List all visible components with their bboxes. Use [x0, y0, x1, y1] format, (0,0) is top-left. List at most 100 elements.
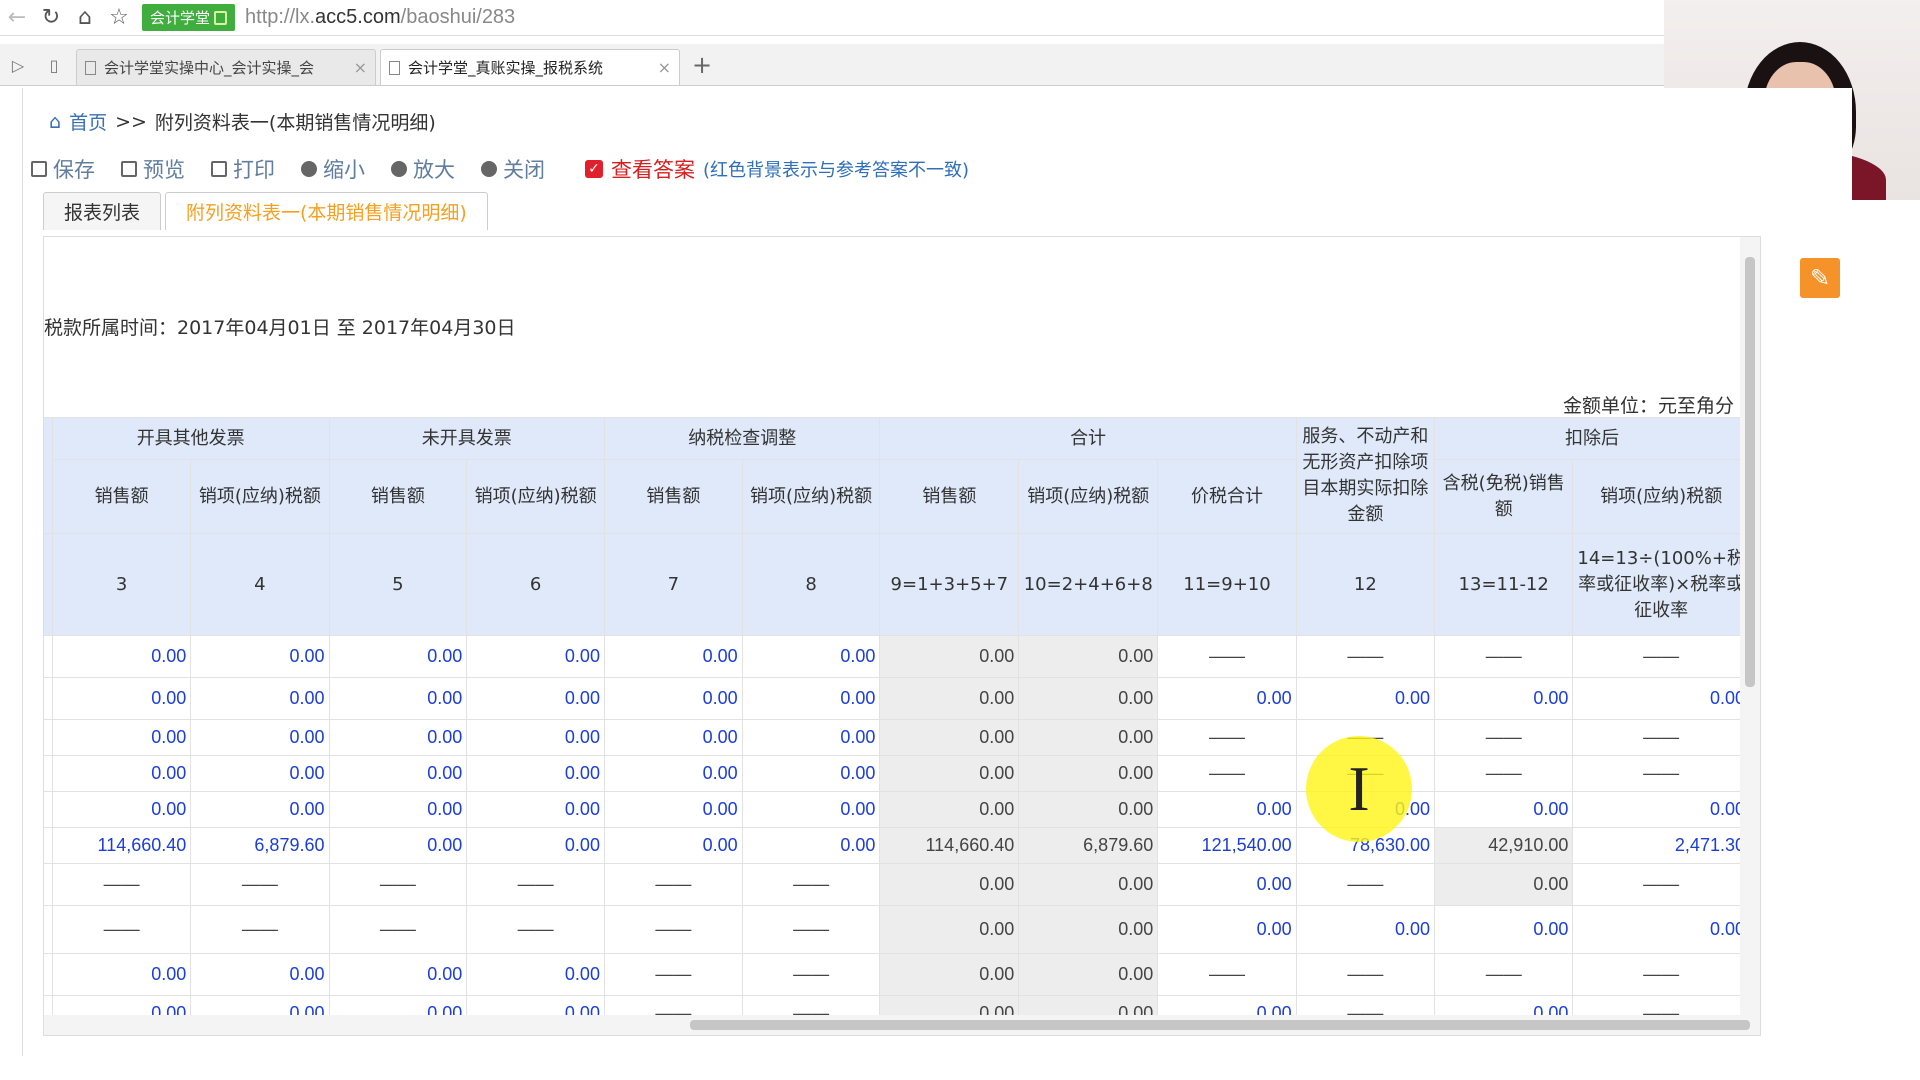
browser-tab-1[interactable]: 会计学堂实操中心_会计实操_会 × — [76, 49, 376, 85]
table-cell[interactable]: 0.00 — [879, 755, 1020, 792]
table-cell[interactable]: 0.00 — [1018, 719, 1159, 756]
back-icon[interactable]: ← — [0, 0, 34, 36]
table-cell[interactable]: 0.00 — [328, 953, 468, 996]
table-cell[interactable]: 0.00 — [741, 827, 881, 864]
breadcrumb-home-link[interactable]: 首页 — [69, 108, 107, 135]
table-cell[interactable]: 0.00 — [466, 791, 605, 828]
edit-brush-button[interactable]: ✎ — [1800, 258, 1840, 298]
table-cell[interactable]: 0.00 — [1434, 905, 1574, 954]
reload-icon[interactable]: ↻ — [34, 0, 68, 36]
table-cell[interactable]: 0.00 — [879, 953, 1020, 996]
table-cell[interactable]: 0.00 — [741, 755, 881, 792]
table-cell[interactable]: 0.00 — [1434, 791, 1574, 828]
table-cell[interactable]: 0.00 — [741, 791, 881, 828]
table-cell[interactable]: 0.00 — [466, 827, 605, 864]
table-cell[interactable]: 0.00 — [190, 953, 330, 996]
table-cell[interactable]: 0.00 — [1434, 863, 1574, 906]
close-tab-icon[interactable]: × — [658, 58, 671, 77]
save-button[interactable]: 保存 — [31, 154, 95, 184]
table-cell[interactable]: 0.00 — [328, 677, 468, 720]
table-cell[interactable]: 0.00 — [1018, 905, 1159, 954]
table-cell[interactable]: 0.00 — [466, 635, 605, 678]
table-cell[interactable]: 0.00 — [603, 791, 743, 828]
phone-icon[interactable]: ▯ — [36, 45, 72, 85]
table-cell[interactable]: 0.00 — [190, 677, 330, 720]
table-cell[interactable]: 0.00 — [466, 953, 605, 996]
table-cell[interactable]: 0.00 — [328, 827, 468, 864]
table-cell[interactable]: 0.00 — [328, 635, 468, 678]
table-cell[interactable]: 0.00 — [603, 827, 743, 864]
table-cell[interactable]: 0.00 — [51, 791, 192, 828]
table-cell[interactable]: 0.00 — [603, 755, 743, 792]
table-cell[interactable]: 121,540.00 — [1157, 827, 1297, 864]
checkbox-checked-icon[interactable]: ✓ — [585, 160, 603, 178]
table-cell[interactable]: 0.00 — [190, 635, 330, 678]
table-cell[interactable]: 0.00 — [1572, 905, 1750, 954]
table-cell[interactable]: 0.00 — [741, 677, 881, 720]
table-cell[interactable]: 0.00 — [741, 719, 881, 756]
table-cell[interactable]: 0.00 — [1018, 635, 1159, 678]
table-cell[interactable]: 0.00 — [51, 953, 192, 996]
table-cell[interactable]: 6,879.60 — [1018, 827, 1159, 864]
table-cell[interactable]: 0.00 — [741, 635, 881, 678]
table-cell[interactable]: 0.00 — [879, 635, 1020, 678]
table-cell[interactable]: 0.00 — [1157, 905, 1297, 954]
table-cell[interactable]: 42,910.00 — [1434, 827, 1574, 864]
zoom-out-button[interactable]: 缩小 — [301, 154, 365, 184]
print-button[interactable]: 打印 — [211, 154, 275, 184]
table-cell[interactable]: 0.00 — [190, 791, 330, 828]
table-cell[interactable]: 0.00 — [1572, 677, 1750, 720]
table-cell[interactable]: 114,660.40 — [51, 827, 192, 864]
preview-button[interactable]: 预览 — [121, 154, 185, 184]
horizontal-scroll-thumb[interactable] — [690, 1020, 1750, 1030]
table-cell[interactable]: 2,471.30 — [1572, 827, 1750, 864]
table-cell[interactable]: 0.00 — [328, 755, 468, 792]
table-cell[interactable]: 0.00 — [190, 719, 330, 756]
table-cell[interactable]: 0.00 — [1157, 791, 1297, 828]
table-cell[interactable]: 0.00 — [1018, 863, 1159, 906]
star-icon[interactable]: ☆ — [102, 0, 136, 36]
table-cell[interactable]: 0.00 — [328, 791, 468, 828]
table-cell[interactable]: 0.00 — [1157, 677, 1297, 720]
vertical-scrollbar[interactable] — [1740, 237, 1760, 1035]
close-button[interactable]: 关闭 — [481, 154, 545, 184]
table-cell[interactable]: 0.00 — [879, 791, 1020, 828]
table-cell[interactable]: 0.00 — [51, 755, 192, 792]
new-tab-button[interactable]: + — [692, 51, 712, 79]
table-cell[interactable]: 114,660.40 — [879, 827, 1020, 864]
tab-report-list[interactable]: 报表列表 — [43, 192, 162, 230]
zoom-in-button[interactable]: 放大 — [391, 154, 455, 184]
table-cell[interactable]: 0.00 — [328, 719, 468, 756]
vertical-scroll-thumb[interactable] — [1745, 257, 1755, 687]
sidebar-toggle-icon[interactable]: ▷ — [0, 45, 36, 85]
table-cell[interactable]: 0.00 — [466, 677, 605, 720]
table-cell[interactable]: 0.00 — [603, 635, 743, 678]
table-cell[interactable]: 0.00 — [466, 755, 605, 792]
table-cell[interactable]: 0.00 — [1018, 755, 1159, 792]
close-tab-icon[interactable]: × — [354, 58, 367, 77]
table-cell[interactable]: 0.00 — [1434, 677, 1574, 720]
home-icon[interactable]: ⌂ — [68, 0, 102, 36]
table-cell[interactable]: 0.00 — [603, 677, 743, 720]
table-cell[interactable]: 0.00 — [51, 635, 192, 678]
table-cell[interactable]: 0.00 — [1018, 677, 1159, 720]
table-cell[interactable]: 0.00 — [1572, 791, 1750, 828]
table-cell[interactable]: 0.00 — [190, 755, 330, 792]
table-cell[interactable]: 0.00 — [1018, 791, 1159, 828]
table-cell[interactable]: 0.00 — [466, 719, 605, 756]
view-answer-toggle[interactable]: ✓ 查看答案 (红色背景表示与参考答案不一致) — [585, 154, 969, 184]
table-cell[interactable]: 0.00 — [51, 719, 192, 756]
table-cell[interactable]: 0.00 — [879, 677, 1020, 720]
table-cell[interactable]: 0.00 — [603, 719, 743, 756]
url-field[interactable]: http://lx.acc5.com/baoshui/283 — [245, 6, 515, 29]
horizontal-scrollbar[interactable] — [44, 1015, 1750, 1035]
table-cell[interactable]: 6,879.60 — [190, 827, 330, 864]
table-cell[interactable]: 0.00 — [51, 677, 192, 720]
table-cell[interactable]: 0.00 — [879, 905, 1020, 954]
table-cell[interactable]: 0.00 — [879, 863, 1020, 906]
table-cell[interactable]: 0.00 — [879, 719, 1020, 756]
browser-tab-2[interactable]: 会计学堂_真账实操_报税系统 × — [380, 49, 680, 85]
table-cell[interactable]: 0.00 — [1157, 863, 1297, 906]
table-cell[interactable]: 0.00 — [1018, 953, 1159, 996]
table-cell[interactable]: 0.00 — [1295, 905, 1436, 954]
